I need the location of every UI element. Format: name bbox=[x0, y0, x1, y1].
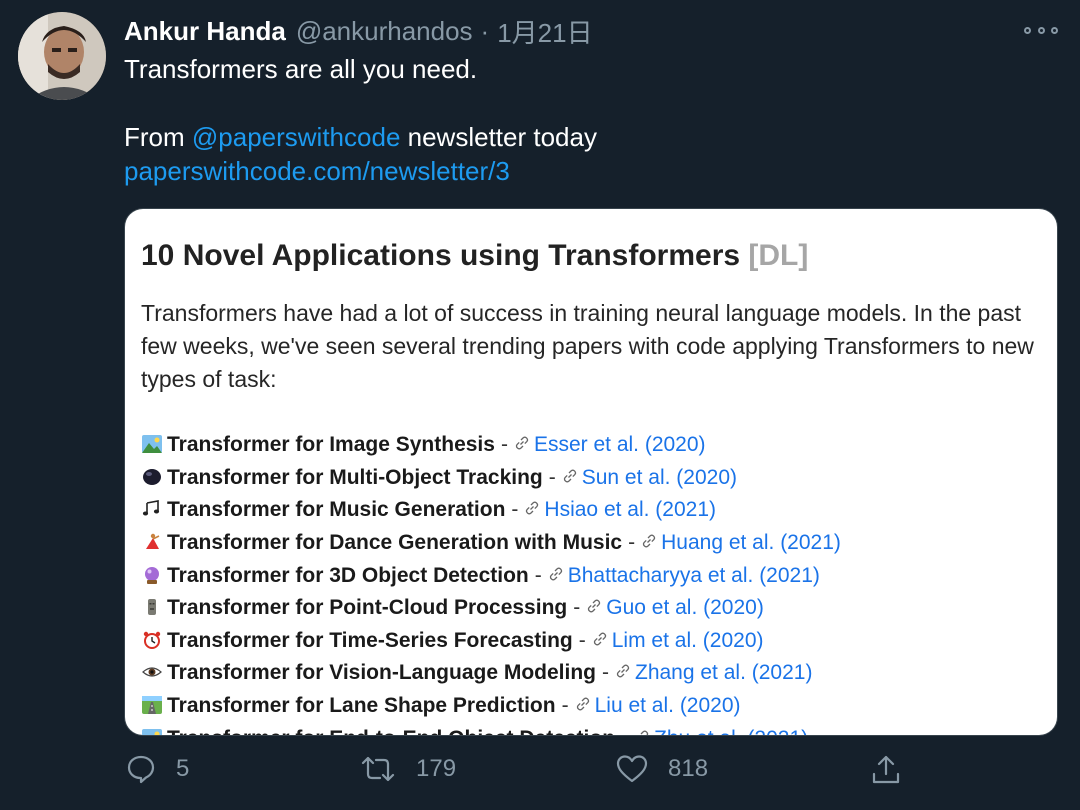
item-separator: - bbox=[561, 694, 569, 718]
avatar[interactable] bbox=[18, 12, 106, 100]
paper-reference-link[interactable]: Zhu et al. (2021) bbox=[654, 727, 808, 735]
card-title-text: 10 Novel Applications using Transformers bbox=[141, 239, 741, 272]
like-action[interactable]: 818 bbox=[616, 754, 708, 784]
card-title: 10 Novel Applications using Transformers… bbox=[141, 239, 808, 273]
image-card[interactable]: 10 Novel Applications using Transformers… bbox=[125, 209, 1057, 735]
application-list-item: Transformer for Lane Shape Prediction - Li… bbox=[141, 690, 841, 723]
tweet-line: Transformers are all you need. bbox=[124, 54, 478, 84]
link-icon bbox=[514, 433, 530, 457]
link-icon bbox=[548, 564, 564, 588]
item-separator: - bbox=[578, 628, 586, 652]
eye-icon bbox=[141, 663, 163, 683]
application-list-item: Transformer for End-to-End Object Detect… bbox=[141, 722, 841, 735]
link-icon bbox=[641, 531, 657, 555]
item-separator: - bbox=[534, 563, 542, 587]
link-icon bbox=[586, 596, 602, 620]
dancer-icon bbox=[141, 533, 163, 553]
reply-icon bbox=[127, 755, 155, 784]
paper-reference-link[interactable]: Guo et al. (2020) bbox=[606, 596, 764, 620]
card-description: Transformers have had a lot of success i… bbox=[141, 300, 1034, 392]
header-separator: · bbox=[480, 15, 490, 46]
item-separator: - bbox=[511, 498, 519, 522]
avatar-photo bbox=[18, 12, 106, 100]
link-icon bbox=[615, 661, 631, 685]
application-title: Transformer for Time-Series Forecasting bbox=[167, 628, 573, 652]
item-separator: - bbox=[548, 465, 556, 489]
share-action[interactable] bbox=[870, 754, 902, 786]
tweet: Ankur Handa @ankurhandos · 1月21日 Transfo… bbox=[0, 0, 1080, 810]
tweet-text: Transformers are all you need. From @pap… bbox=[124, 52, 597, 188]
item-separator: - bbox=[621, 727, 628, 735]
black-ball-icon bbox=[141, 468, 163, 488]
application-list-item: Transformer for Time-Series Forecasting -… bbox=[141, 625, 841, 658]
author-handle[interactable]: @ankurhandos bbox=[296, 16, 473, 47]
tweet-line: From @paperswithcode newsletter today bbox=[124, 120, 597, 154]
item-separator: - bbox=[628, 531, 636, 555]
link-icon bbox=[562, 466, 578, 490]
paper-reference-link[interactable]: Zhang et al. (2021) bbox=[635, 661, 812, 685]
item-separator: - bbox=[602, 661, 609, 685]
link-icon bbox=[634, 727, 650, 735]
retweet-icon bbox=[361, 756, 395, 782]
tweet-actions: 5 179 818 bbox=[0, 750, 1080, 794]
tweet-text-suffix: newsletter today bbox=[400, 122, 597, 152]
link-icon bbox=[524, 498, 540, 522]
landscape-icon bbox=[141, 728, 163, 735]
card-title-tag: [DL] bbox=[748, 239, 809, 272]
like-count: 818 bbox=[668, 755, 709, 782]
application-list-item: Transformer for Dance Generation with Mu… bbox=[141, 527, 841, 560]
link-icon bbox=[575, 694, 591, 718]
reply-action[interactable]: 5 bbox=[126, 754, 189, 784]
paper-reference-link[interactable]: Esser et al. (2020) bbox=[534, 433, 706, 457]
application-title: Transformer for Lane Shape Prediction bbox=[167, 694, 556, 718]
landscape-icon bbox=[141, 435, 163, 455]
heart-icon bbox=[616, 755, 648, 783]
application-title: Transformer for Music Generation bbox=[167, 498, 506, 522]
retweet-count: 179 bbox=[416, 755, 457, 782]
item-separator: - bbox=[500, 433, 508, 457]
mention-link[interactable]: @paperswithcode bbox=[192, 122, 401, 152]
application-list-item: Transformer for Music Generation - Hsiao e… bbox=[141, 494, 841, 527]
application-title: Transformer for 3D Object Detection bbox=[167, 563, 529, 587]
music-notes-icon bbox=[141, 500, 163, 520]
crystal-ball-icon bbox=[141, 566, 163, 586]
application-title: Transformer for Vision-Language Modeling bbox=[167, 661, 596, 685]
alarm-clock-icon bbox=[141, 631, 163, 651]
application-list-item: Transformer for Multi-Object Tracking - Su… bbox=[141, 462, 841, 495]
application-title: Transformer for End-to-End Object Detect… bbox=[167, 727, 615, 735]
paper-reference-link[interactable]: Lim et al. (2020) bbox=[612, 629, 764, 653]
application-title: Transformer for Multi-Object Tracking bbox=[167, 465, 543, 489]
paper-reference-link[interactable]: Liu et al. (2020) bbox=[595, 694, 741, 718]
application-title: Transformer for Image Synthesis bbox=[167, 433, 495, 457]
application-list-item: Transformer for Vision-Language Modeling… bbox=[141, 657, 841, 690]
paper-reference-link[interactable]: Sun et al. (2020) bbox=[582, 466, 737, 490]
tweet-date[interactable]: 1月21日 bbox=[497, 13, 592, 50]
tweet-header: Ankur Handa @ankurhandos · 1月21日 bbox=[124, 12, 593, 50]
statue-icon bbox=[141, 598, 163, 618]
application-list-item: Transformer for Point-Cloud Processing - G… bbox=[141, 592, 841, 625]
paper-reference-link[interactable]: Hsiao et al. (2021) bbox=[544, 498, 716, 522]
item-separator: - bbox=[573, 596, 581, 620]
link-icon bbox=[592, 629, 608, 653]
tweet-text-prefix: From bbox=[124, 122, 192, 152]
application-list: Transformer for Image Synthesis - Esser et… bbox=[141, 429, 841, 735]
more-options-icon[interactable] bbox=[1024, 18, 1058, 42]
reply-count: 5 bbox=[176, 755, 190, 782]
motorway-icon bbox=[141, 696, 163, 716]
share-icon bbox=[872, 755, 900, 784]
application-title: Transformer for Point-Cloud Processing bbox=[167, 596, 568, 620]
retweet-action[interactable]: 179 bbox=[360, 754, 456, 784]
author-name[interactable]: Ankur Handa bbox=[124, 16, 286, 47]
paper-reference-link[interactable]: Huang et al. (2021) bbox=[661, 531, 841, 555]
application-list-item: Transformer for Image Synthesis - Esser et… bbox=[141, 429, 841, 462]
application-title: Transformer for Dance Generation with Mu… bbox=[167, 531, 623, 555]
application-list-item: Transformer for 3D Object Detection - Bhat… bbox=[141, 559, 841, 592]
url-link[interactable]: paperswithcode.com/newsletter/3 bbox=[124, 156, 510, 186]
paper-reference-link[interactable]: Bhattacharyya et al. (2021) bbox=[568, 564, 820, 588]
tweet-line: paperswithcode.com/newsletter/3 bbox=[124, 154, 597, 188]
